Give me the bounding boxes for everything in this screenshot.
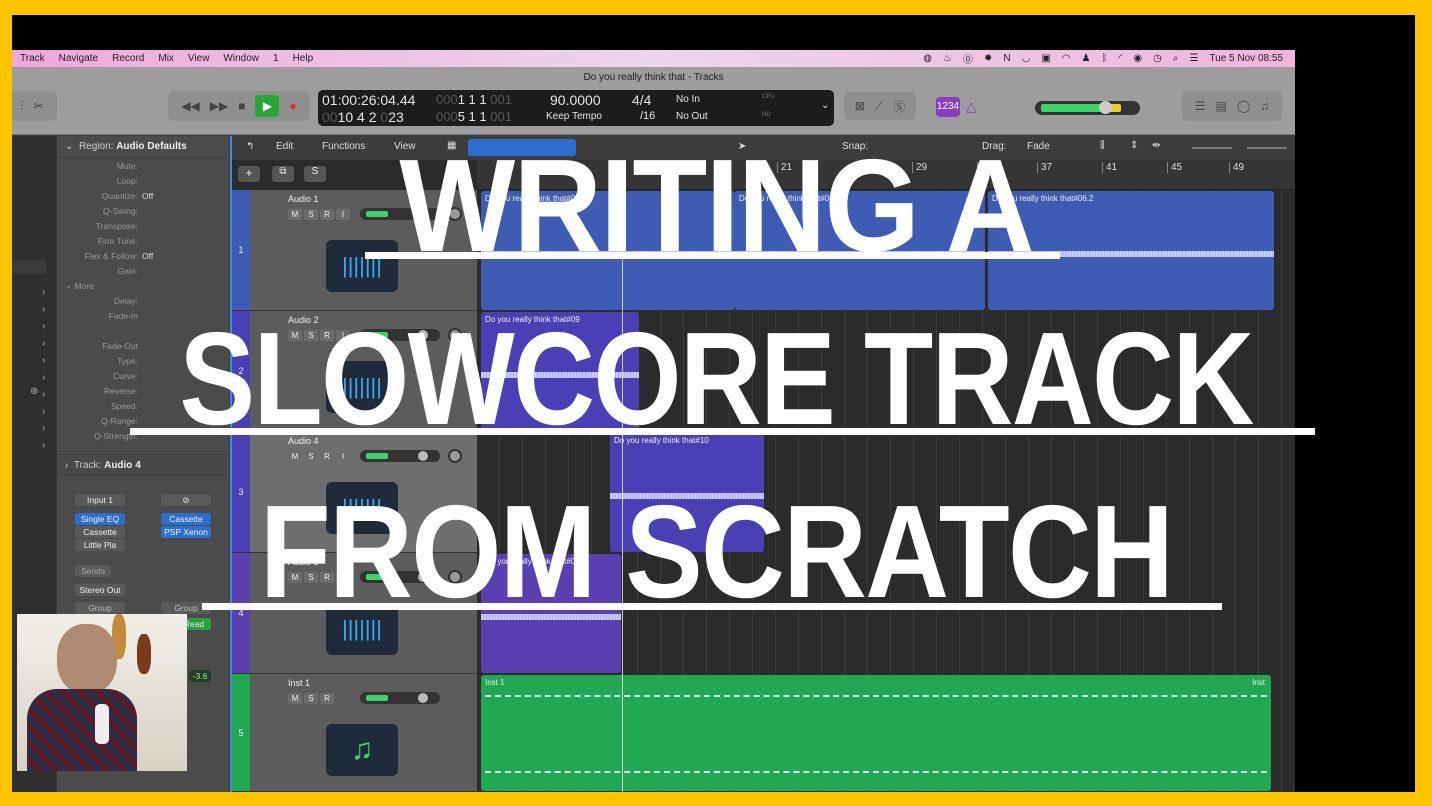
- microphone: [95, 704, 109, 744]
- lcd-in[interactable]: No In: [676, 94, 700, 105]
- menu-mix[interactable]: Mix: [158, 53, 174, 64]
- track-r-button[interactable]: R: [320, 451, 334, 462]
- transport-controls: ◀◀ ▶▶ ■ ▶ ●: [168, 91, 310, 121]
- track-s-button[interactable]: S: [304, 451, 318, 462]
- browser-icon[interactable]: ♫: [1260, 99, 1269, 113]
- view-buttons: ☰ ▤ ◯ ♫: [1182, 91, 1282, 121]
- control-bar: Do you really think that - Tracks ⫶ ✂ ◀◀ ▶…: [12, 67, 1295, 135]
- play-button[interactable]: ▶: [255, 95, 280, 117]
- tuner-icon[interactable]: ⟋: [875, 99, 883, 114]
- track-i-button[interactable]: I: [336, 451, 350, 462]
- download-icon[interactable]: ⊕: [30, 386, 38, 397]
- chevron-down-icon[interactable]: ⌄: [821, 100, 829, 111]
- menu-view[interactable]: View: [188, 53, 210, 64]
- title-line-3: FROM SCRATCH: [259, 478, 1174, 625]
- flame-icon[interactable]: ♨: [943, 53, 952, 64]
- lcd-signature[interactable]: 4/4: [632, 92, 651, 108]
- solo-icon[interactable]: Ⓢ: [893, 98, 905, 115]
- lcd-left-locator: 0001 1 1 001: [436, 92, 512, 107]
- tools-group: ⊠ ⟋ Ⓢ: [844, 92, 916, 120]
- rewind-icon[interactable]: ◀◀: [181, 99, 199, 113]
- master-volume-slider[interactable]: [1035, 101, 1140, 115]
- time-machine-icon[interactable]: ◷: [1153, 53, 1162, 64]
- lcd-tempo[interactable]: 90.0000: [550, 92, 601, 108]
- lcd-bars: 0010 4 2 023: [322, 109, 404, 125]
- wifi-icon[interactable]: ◜: [1119, 53, 1123, 64]
- library-search-field[interactable]: [12, 260, 46, 274]
- person-head: [57, 624, 117, 694]
- track-inspector-header[interactable]: › Track: Audio 4: [57, 454, 229, 476]
- password-icon[interactable]: ⓪: [963, 51, 973, 66]
- lcd-display[interactable]: 01:00:26:04.44 0010 4 2 023 0001 1 1 001…: [318, 90, 834, 126]
- cpu-label: CPU: [762, 94, 775, 100]
- lcd-tempo-mode[interactable]: Keep Tempo: [546, 111, 602, 122]
- violin: [137, 634, 151, 674]
- status-icon[interactable]: ◍: [923, 53, 932, 64]
- hd-label: HD: [762, 112, 771, 118]
- control-center-icon[interactable]: ☰: [1189, 53, 1198, 64]
- count-in-button[interactable]: 1234: [936, 97, 960, 117]
- track-header[interactable]: 5 Inst 1 MSR ♫: [232, 674, 477, 792]
- title-underline: [365, 252, 1060, 259]
- forward-icon[interactable]: ▶▶: [210, 99, 228, 113]
- menu-bar: Track Navigate Record Mix View Window 1 …: [12, 50, 1295, 67]
- lcd-time: 01:00:26:04.44: [322, 92, 416, 108]
- mixer-scissors-group: ⫶ ✂: [12, 91, 57, 121]
- lcd-out[interactable]: No Out: [676, 111, 708, 122]
- record-button[interactable]: ●: [289, 99, 296, 113]
- track-m-button[interactable]: M: [288, 451, 302, 462]
- webcam-overlay: [17, 614, 187, 771]
- person-shirt: [27, 689, 137, 771]
- track-volume-slider[interactable]: [360, 692, 440, 704]
- notes-icon[interactable]: ▤: [1215, 99, 1226, 113]
- scissors-icon[interactable]: ✂: [33, 99, 43, 113]
- menu-help[interactable]: Help: [293, 53, 314, 64]
- notion-icon[interactable]: N: [1003, 53, 1010, 64]
- gain-readout: -3.6: [189, 670, 211, 682]
- list-icon[interactable]: ☰: [1195, 99, 1206, 113]
- clock: Tue 5 Nov 08:55: [1209, 53, 1283, 64]
- close-square-icon[interactable]: ⊠: [855, 99, 865, 113]
- menu-track[interactable]: Track: [20, 53, 45, 64]
- cloud-icon[interactable]: ◡: [1022, 53, 1031, 64]
- more-disclosure[interactable]: ⌄ More: [57, 278, 229, 293]
- title-line-2: SLOWCORE TRACK: [179, 305, 1254, 452]
- track-number: 5: [232, 674, 250, 791]
- search-icon[interactable]: ⌕: [1173, 53, 1179, 64]
- music-note-icon: ♫: [326, 724, 398, 776]
- title-underline: [130, 428, 1315, 435]
- track-s-button[interactable]: S: [304, 693, 318, 704]
- region[interactable]: Inst 1 Inst: [481, 675, 1271, 791]
- title-underline: [202, 603, 1222, 610]
- mixer-icon[interactable]: ⫶: [20, 99, 23, 114]
- lcd-division[interactable]: /16: [640, 110, 655, 122]
- lcd-right-locator: 0005 1 1 001: [436, 109, 512, 124]
- account-icon[interactable]: ◉: [1133, 53, 1142, 64]
- menu-window[interactable]: Window: [223, 53, 259, 64]
- library-chevrons[interactable]: › › › › › › › › › ›: [42, 284, 45, 454]
- loops-icon[interactable]: ◯: [1237, 99, 1250, 113]
- menu-record[interactable]: Record: [112, 53, 144, 64]
- menu-navigate[interactable]: Navigate: [59, 53, 98, 64]
- menu-1[interactable]: 1: [273, 53, 279, 64]
- camera-icon[interactable]: ▣: [1041, 53, 1050, 64]
- user-icon[interactable]: ♟: [1082, 53, 1091, 64]
- metronome-icon[interactable]: △: [966, 98, 977, 115]
- window-title: Do you really think that - Tracks: [583, 72, 724, 83]
- sun-icon[interactable]: ✹: [984, 53, 992, 64]
- stop-icon[interactable]: ■: [238, 99, 245, 113]
- track-name[interactable]: Inst 1: [288, 678, 310, 688]
- track-m-button[interactable]: M: [288, 693, 302, 704]
- track-r-button[interactable]: R: [320, 693, 334, 704]
- airdrop-icon[interactable]: ◠: [1062, 53, 1071, 64]
- bluetooth-icon[interactable]: ᛒ: [1102, 53, 1108, 64]
